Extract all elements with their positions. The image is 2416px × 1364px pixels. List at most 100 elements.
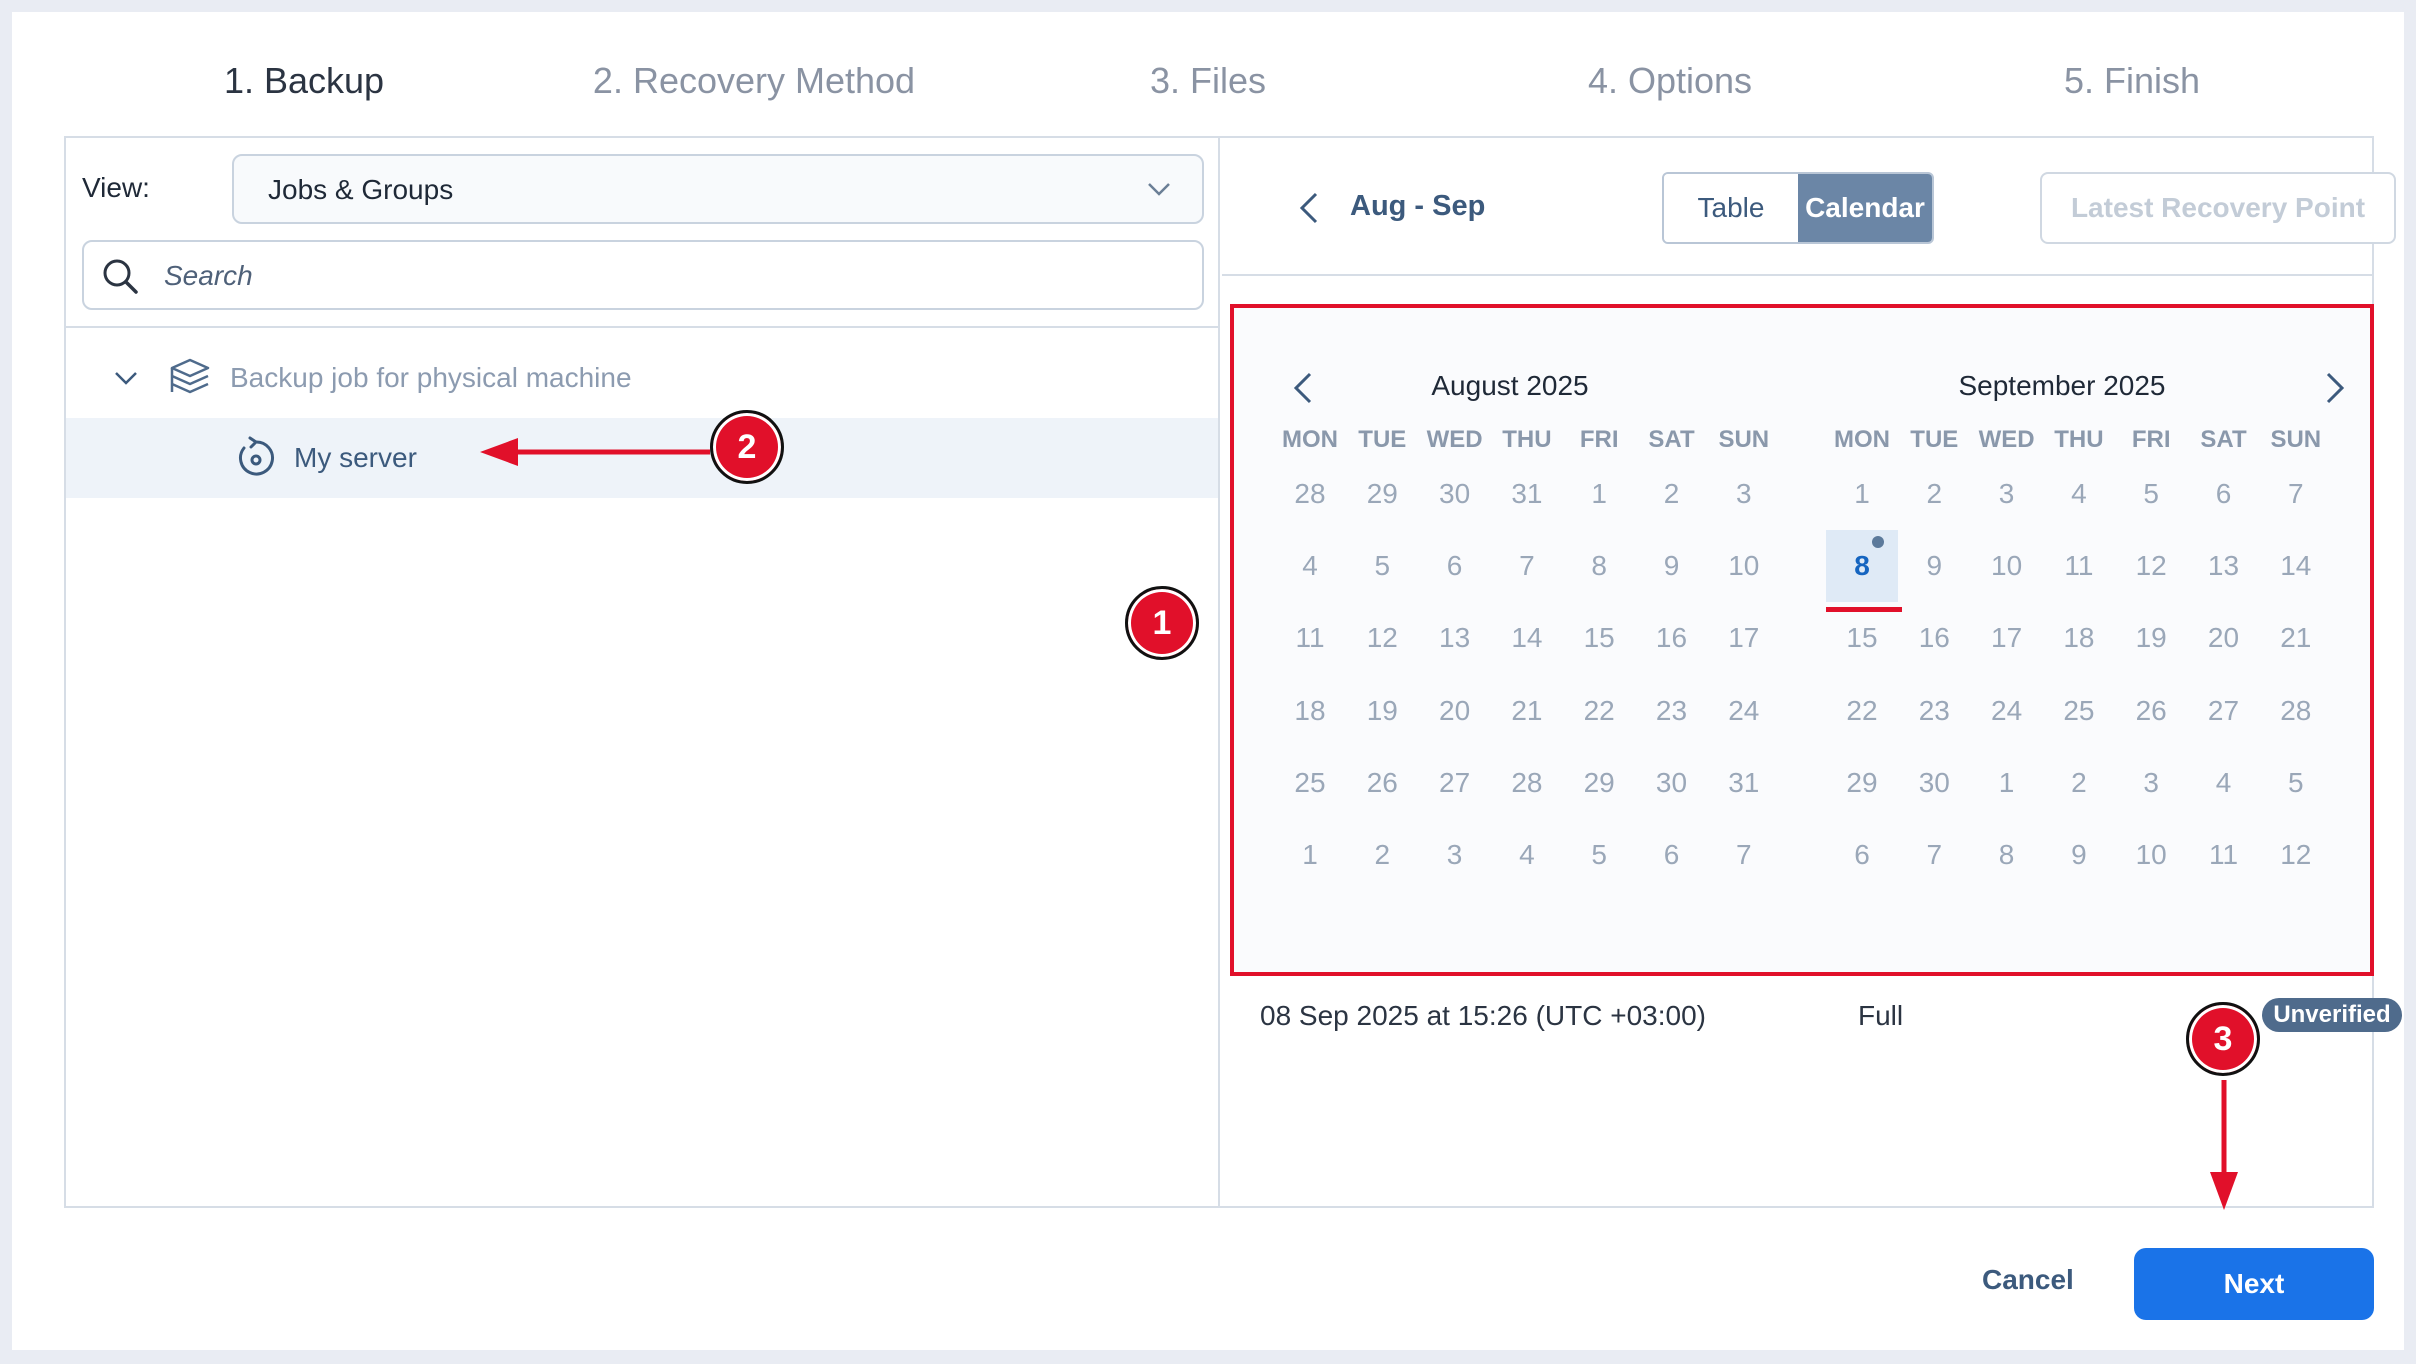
calendar-day[interactable]: 29: [1826, 747, 1898, 819]
calendar-day[interactable]: 15: [1826, 602, 1898, 674]
calendar-day[interactable]: 8: [1563, 530, 1635, 602]
calendar-day[interactable]: 17: [1708, 602, 1780, 674]
view-dropdown[interactable]: Jobs & Groups: [232, 154, 1204, 224]
calendar-day[interactable]: 9: [1898, 530, 1970, 602]
calendar-day[interactable]: 4: [1491, 819, 1563, 891]
calendar-day[interactable]: 20: [2188, 602, 2260, 674]
calendar-day[interactable]: 14: [1491, 602, 1563, 674]
calendar-day[interactable]: 1: [1563, 458, 1635, 530]
calendar-day[interactable]: 31: [1708, 747, 1780, 819]
calendar-day[interactable]: 11: [2043, 530, 2115, 602]
calendar-day[interactable]: 19: [1346, 675, 1418, 747]
next-button[interactable]: Next: [2134, 1248, 2374, 1320]
calendar-day[interactable]: 16: [1636, 602, 1708, 674]
calendar-day[interactable]: 3: [1708, 458, 1780, 530]
calendar-day[interactable]: 9: [2043, 819, 2115, 891]
calendar-day[interactable]: 21: [1491, 675, 1563, 747]
calendar-day[interactable]: 25: [1274, 747, 1346, 819]
calendar-day[interactable]: 23: [1898, 675, 1970, 747]
calendar-day[interactable]: 6: [1636, 819, 1708, 891]
calendar-view-button[interactable]: Calendar: [1798, 174, 1932, 242]
calendar-day[interactable]: 27: [1419, 747, 1491, 819]
calendar-day[interactable]: 2: [1346, 819, 1418, 891]
calendar-day[interactable]: 30: [1419, 458, 1491, 530]
calendar-day[interactable]: 6: [1419, 530, 1491, 602]
calendar-day[interactable]: 28: [1274, 458, 1346, 530]
calendar-day[interactable]: 12: [2115, 530, 2187, 602]
calendar-day[interactable]: 1: [1274, 819, 1346, 891]
calendar-day[interactable]: 29: [1346, 458, 1418, 530]
calendar-day[interactable]: 1: [1826, 458, 1898, 530]
calendar-day[interactable]: 17: [1971, 602, 2043, 674]
calendar-day[interactable]: 2: [2043, 747, 2115, 819]
calendar-day[interactable]: 18: [1274, 675, 1346, 747]
calendar-day[interactable]: 24: [1971, 675, 2043, 747]
calendar-day[interactable]: 3: [2115, 747, 2187, 819]
calendar-day[interactable]: 20: [1419, 675, 1491, 747]
calendar-day[interactable]: 23: [1636, 675, 1708, 747]
calendar-day[interactable]: 1: [1971, 747, 2043, 819]
calendar-day[interactable]: 26: [2115, 675, 2187, 747]
step-recovery-method[interactable]: 2. Recovery Method: [544, 56, 964, 106]
calendar-day[interactable]: 5: [2260, 747, 2332, 819]
step-options[interactable]: 4. Options: [1460, 56, 1880, 106]
calendar-day[interactable]: 28: [2260, 675, 2332, 747]
calendar-day[interactable]: 4: [2188, 747, 2260, 819]
calendar-day[interactable]: 6: [2188, 458, 2260, 530]
calendar-day[interactable]: 18: [2043, 602, 2115, 674]
chevron-down-icon[interactable]: [112, 364, 140, 392]
calendar-day[interactable]: 11: [2188, 819, 2260, 891]
calendar-day[interactable]: 9: [1636, 530, 1708, 602]
step-finish[interactable]: 5. Finish: [1922, 56, 2342, 106]
calendar-day[interactable]: 5: [1563, 819, 1635, 891]
calendar-day[interactable]: 12: [2260, 819, 2332, 891]
calendar-day[interactable]: 11: [1274, 602, 1346, 674]
calendar-day[interactable]: 13: [1419, 602, 1491, 674]
calendar-day[interactable]: 5: [2115, 458, 2187, 530]
calendar-day[interactable]: 5: [1346, 530, 1418, 602]
calendar-day[interactable]: 21: [2260, 602, 2332, 674]
calendar-day[interactable]: 4: [1274, 530, 1346, 602]
calendar-day[interactable]: 12: [1346, 602, 1418, 674]
latest-recovery-point-button[interactable]: Latest Recovery Point: [2040, 172, 2396, 244]
calendar-day[interactable]: 7: [2260, 458, 2332, 530]
calendar-day[interactable]: 10: [1708, 530, 1780, 602]
search-input[interactable]: [164, 254, 1164, 298]
step-backup[interactable]: 1. Backup: [94, 56, 514, 106]
calendar-day[interactable]: 30: [1636, 747, 1708, 819]
chevron-left-icon[interactable]: [1288, 368, 1318, 408]
calendar-day[interactable]: 14: [2260, 530, 2332, 602]
calendar-day[interactable]: 22: [1826, 675, 1898, 747]
calendar-day[interactable]: 2: [1898, 458, 1970, 530]
table-view-button[interactable]: Table: [1664, 174, 1798, 242]
calendar-day[interactable]: 15: [1563, 602, 1635, 674]
chevron-left-icon[interactable]: [1294, 188, 1324, 228]
calendar-day[interactable]: 31: [1491, 458, 1563, 530]
calendar-day[interactable]: 13: [2188, 530, 2260, 602]
calendar-day[interactable]: 16: [1898, 602, 1970, 674]
calendar-day[interactable]: 27: [2188, 675, 2260, 747]
calendar-day[interactable]: 10: [1971, 530, 2043, 602]
calendar-day[interactable]: 30: [1898, 747, 1970, 819]
calendar-day[interactable]: 7: [1898, 819, 1970, 891]
recovery-point-date[interactable]: 08 Sep 2025 at 15:26 (UTC +03:00): [1260, 1000, 1706, 1032]
calendar-day[interactable]: 29: [1563, 747, 1635, 819]
calendar-day[interactable]: 3: [1971, 458, 2043, 530]
cancel-button[interactable]: Cancel: [1982, 1264, 2074, 1296]
calendar-day-selected[interactable]: 8: [1826, 530, 1902, 613]
calendar-day[interactable]: 7: [1708, 819, 1780, 891]
calendar-day[interactable]: 10: [2115, 819, 2187, 891]
chevron-right-icon[interactable]: [2320, 368, 2350, 408]
calendar-day[interactable]: 6: [1826, 819, 1898, 891]
calendar-day[interactable]: 8: [1971, 819, 2043, 891]
calendar-day[interactable]: 2: [1636, 458, 1708, 530]
calendar-day[interactable]: 22: [1563, 675, 1635, 747]
calendar-day[interactable]: 24: [1708, 675, 1780, 747]
calendar-day[interactable]: 3: [1419, 819, 1491, 891]
tree-item-backup-job[interactable]: Backup job for physical machine: [66, 338, 1218, 418]
search-field[interactable]: [82, 240, 1204, 310]
calendar-day[interactable]: 19: [2115, 602, 2187, 674]
step-files[interactable]: 3. Files: [998, 56, 1418, 106]
calendar-day[interactable]: 7: [1491, 530, 1563, 602]
calendar-day[interactable]: 25: [2043, 675, 2115, 747]
